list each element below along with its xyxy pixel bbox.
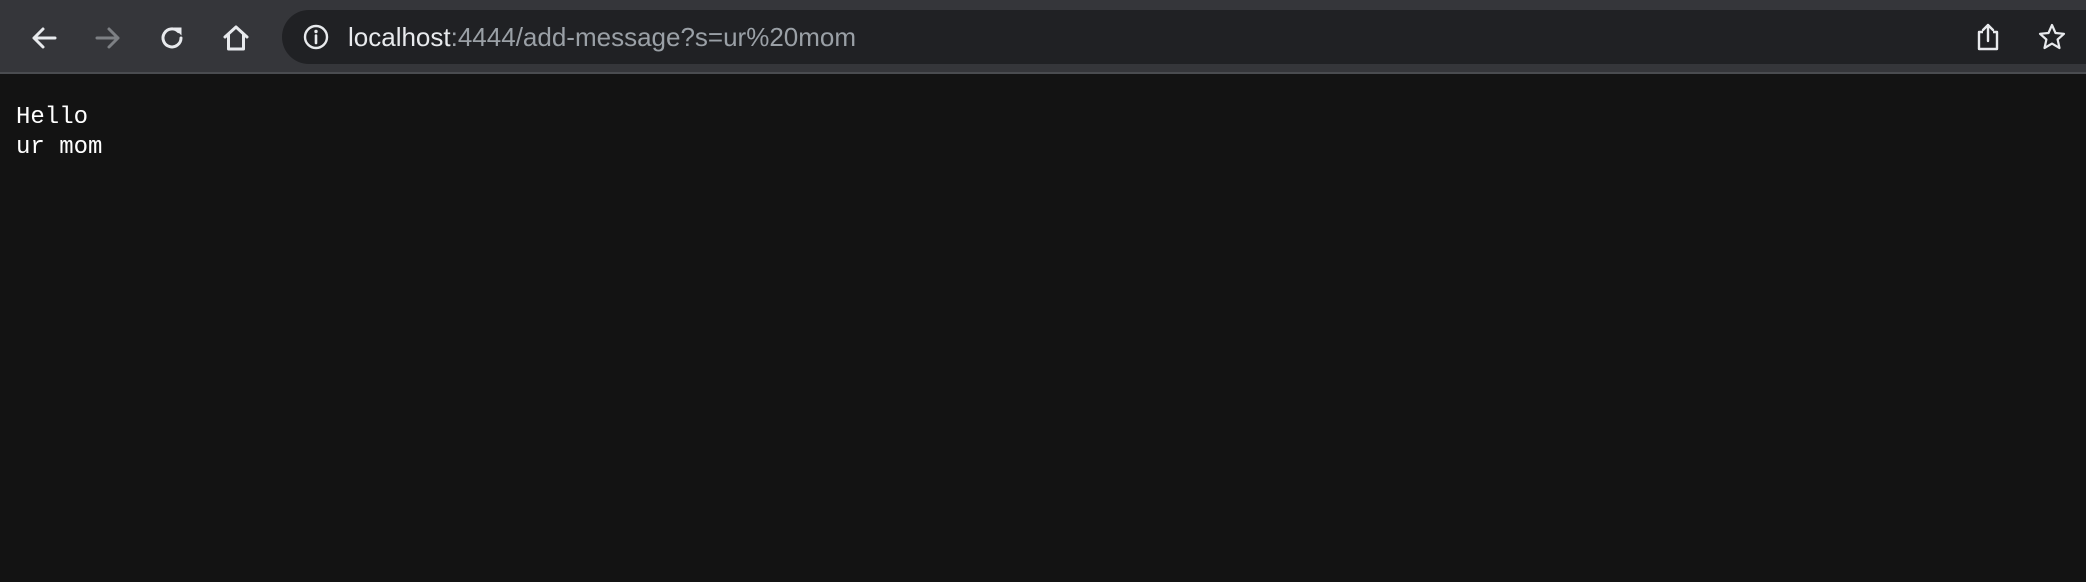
- forward-button[interactable]: [84, 14, 132, 62]
- url-path: :4444/add-message?s=ur%20mom: [450, 22, 857, 52]
- bookmark-button[interactable]: [2034, 19, 2070, 55]
- address-bar[interactable]: localhost:4444/add-message?s=ur%20mom: [282, 10, 2086, 64]
- message-line: Hello: [16, 104, 89, 131]
- home-button[interactable]: [212, 14, 260, 62]
- forward-arrow-icon: [95, 27, 120, 49]
- info-icon[interactable]: [302, 23, 330, 51]
- share-button[interactable]: [1970, 19, 2006, 55]
- home-icon: [223, 25, 249, 51]
- url-host: localhost: [348, 22, 451, 52]
- message-line: ur mom: [16, 134, 103, 161]
- back-arrow-icon: [32, 27, 57, 49]
- back-button[interactable]: [20, 14, 68, 62]
- reload-button[interactable]: [148, 14, 196, 62]
- share-icon: [1977, 23, 1999, 51]
- page-content: Hello ur mom: [0, 74, 2086, 582]
- star-icon: [2038, 23, 2066, 50]
- reload-icon: [161, 27, 183, 49]
- browser-toolbar: localhost:4444/add-message?s=ur%20mom: [0, 0, 2086, 74]
- url-text[interactable]: localhost:4444/add-message?s=ur%20mom: [348, 10, 856, 64]
